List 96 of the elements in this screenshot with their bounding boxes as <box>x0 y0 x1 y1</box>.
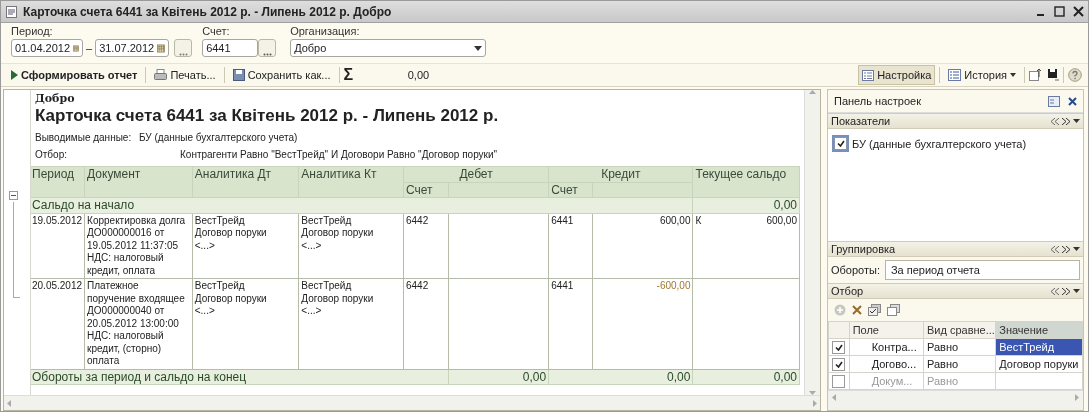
document-icon <box>5 4 19 19</box>
move-right-icon[interactable] <box>1062 245 1070 253</box>
calendar-icon[interactable] <box>73 42 79 54</box>
column-header: Аналитика Кт <box>298 166 404 198</box>
delete-icon[interactable] <box>852 305 862 315</box>
close-icon[interactable] <box>1073 6 1084 17</box>
sigma-symbol: Σ <box>343 66 354 84</box>
field-label: Период: <box>11 25 54 38</box>
check-all-icon[interactable] <box>868 304 881 316</box>
organization-dropdown[interactable]: Добро <box>290 39 487 57</box>
list-icon <box>862 69 875 81</box>
field-label: Организация: <box>290 25 361 38</box>
table-cell: 6442 <box>403 213 449 279</box>
generate-report-button[interactable]: Сформировать отчет <box>7 65 142 85</box>
balance-side: К <box>695 214 702 227</box>
info-label: Выводимые данные: <box>35 132 133 143</box>
date-field[interactable]: 31.07.2012 <box>95 39 170 57</box>
dropdown-arrow-icon[interactable] <box>1073 247 1080 251</box>
table-cell[interactable]: Договор поруки <box>995 355 1083 373</box>
checkmark-icon <box>836 140 845 147</box>
table-cell: ВестТрейд Договор поруки <...> <box>298 213 404 279</box>
column-header: Текущее сальдо <box>692 166 800 198</box>
column-header: Дебет <box>403 166 549 182</box>
table-cell: ВестТрейд Договор поруки <...> <box>192 213 299 279</box>
move-left-icon[interactable] <box>1051 117 1059 125</box>
field-label: Обороты: <box>831 264 880 276</box>
report-title: Карточка счета 6441 за Квітень 2012 р. - Липень 2012 р. <box>35 106 500 126</box>
field-label: Счет: <box>202 25 231 38</box>
table-cell: 6442 <box>403 278 449 369</box>
organization-name: Добро <box>35 92 76 105</box>
dropdown-arrow-icon <box>474 45 483 51</box>
account-field[interactable]: 6441 <box>202 39 259 57</box>
table-cell: 19.05.2012 <box>31 213 85 279</box>
panel-title: Панель настроек <box>834 95 922 107</box>
collapse-icon[interactable] <box>9 191 18 200</box>
panel-layout-icon[interactable] <box>1048 95 1060 107</box>
range-separator: – <box>86 42 93 54</box>
dropdown-arrow-icon <box>1010 73 1016 77</box>
ellipsis-icon <box>262 53 272 56</box>
section-header: Группировка <box>828 241 1083 257</box>
column-header: Кредит <box>548 166 693 182</box>
table-cell: -600,00 <box>592 278 693 369</box>
section-header: Отбор <box>828 283 1083 299</box>
column-header: Аналитика Дт <box>192 166 299 198</box>
save-icon[interactable] <box>1047 68 1059 82</box>
move-left-icon[interactable] <box>1051 245 1059 253</box>
column-header: Значение <box>995 321 1083 339</box>
help-icon[interactable] <box>1068 68 1082 82</box>
checkbox[interactable] <box>832 357 845 371</box>
maximize-icon[interactable] <box>1054 6 1065 17</box>
dropdown-arrow-icon[interactable] <box>1073 119 1080 123</box>
save-as-button[interactable]: Сохранить как... <box>228 65 335 85</box>
list-icon <box>948 69 962 81</box>
column-header: Поле <box>849 321 924 339</box>
checkbox[interactable] <box>832 340 845 354</box>
checkbox[interactable] <box>834 137 847 150</box>
info-label: Отбор: <box>35 149 68 160</box>
play-icon <box>11 70 18 80</box>
move-left-icon[interactable] <box>1051 287 1059 295</box>
table-cell: 600,00 <box>766 214 797 227</box>
section-header: Показатели <box>828 113 1083 129</box>
table-cell: 6441 <box>548 213 593 279</box>
column-header: Период <box>31 166 85 198</box>
uncheck-all-icon[interactable] <box>887 304 900 316</box>
checkbox-label: БУ (данные бухгалтерского учета) <box>852 137 1027 150</box>
checkbox[interactable] <box>832 374 845 388</box>
move-right-icon[interactable] <box>1062 287 1070 295</box>
table-cell: Корректировка долга ДО000000016 от 19.05.2012 11:37:05 НДС: налоговый кредит, оплата <box>84 213 193 279</box>
settings-button[interactable]: Настройка <box>858 65 936 85</box>
ellipsis-icon <box>178 53 188 56</box>
dropdown-arrow-icon[interactable] <box>1073 289 1080 293</box>
date-field[interactable]: 01.04.2012 <box>11 39 83 57</box>
export-icon[interactable] <box>1029 68 1043 82</box>
table-cell: 20.05.2012 <box>31 278 85 369</box>
table-cell: ВестТрейд Договор поруки <...> <box>192 278 299 369</box>
info-value: Контрагенти Равно "ВестТрейд" И Договори Равно "Договор поруки" <box>180 149 498 160</box>
table-cell: Платежное поручение входящее ДО000000040 от 20.05.2012 13:00:00 НДС: налоговый кредит, (сторно) оплата <box>84 278 193 369</box>
history-button[interactable]: История <box>944 65 1020 85</box>
table-cell: ВестТрейд Договор поруки <...> <box>298 278 404 369</box>
close-icon[interactable] <box>1068 96 1077 106</box>
info-value: БУ (данные бухгалтерского учета) <box>139 132 298 143</box>
table-cell: 6441 <box>548 278 593 369</box>
print-button[interactable]: Печать... <box>150 65 220 85</box>
sum-value: 0,00 <box>406 69 430 81</box>
table-cell[interactable]: Догово... <box>849 355 924 373</box>
table-cell[interactable]: Равно <box>923 355 996 373</box>
table-cell: 600,00 <box>592 213 693 279</box>
table-cell[interactable]: Равно <box>923 338 996 356</box>
turnover-field[interactable]: За период отчета <box>884 260 1080 280</box>
calendar-icon[interactable] <box>157 42 166 54</box>
move-right-icon[interactable] <box>1062 117 1070 125</box>
column-header: Вид сравне... <box>923 321 996 339</box>
printer-icon <box>154 69 168 81</box>
column-header: Документ <box>84 166 193 198</box>
window-title: Карточка счета 6441 за Квітень 2012 р. - Липень 2012 р. Добро <box>23 4 393 19</box>
table-cell[interactable]: Контра... <box>849 338 924 356</box>
